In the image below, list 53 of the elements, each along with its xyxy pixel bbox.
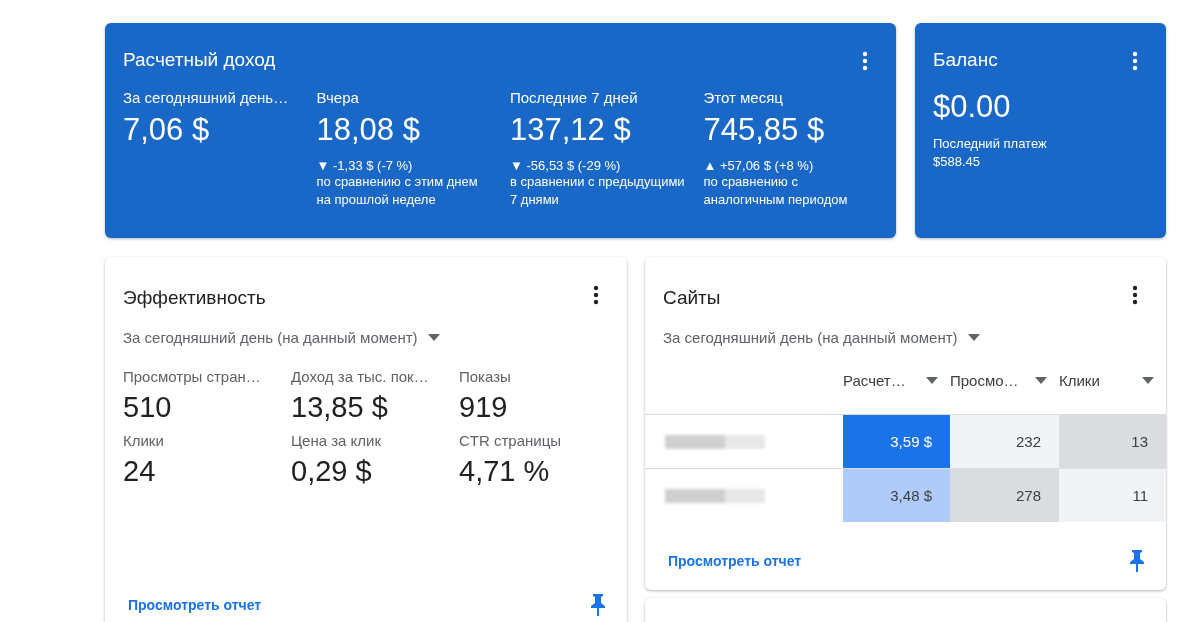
card-title: Сайты — [663, 287, 721, 309]
metric-value: 24 — [123, 455, 157, 488]
period-selector[interactable]: За сегодняшний день (на данный момент) — [663, 329, 958, 346]
metric-label: Доход за тыс. пок… — [291, 368, 430, 385]
table-cell: 13 — [1059, 415, 1166, 468]
pin-icon[interactable] — [1130, 550, 1144, 572]
stat-delta: ▼ -56,53 $ (-29 %) — [510, 158, 622, 173]
card-title: Эффективность — [123, 287, 266, 309]
stat-value: 18,08 $ — [316, 112, 421, 148]
column-header[interactable]: Просмо… — [950, 371, 1059, 389]
stat-value: 137,12 $ — [510, 112, 632, 148]
column-header[interactable]: Расчет… — [843, 371, 950, 389]
stat-comparison: по сравнению с этим днем на прошлой неделе — [316, 173, 479, 209]
stat-label: Вчера — [316, 89, 360, 106]
metric-label: Просмотры стран… — [123, 368, 262, 385]
table-cell: 11 — [1059, 469, 1166, 522]
stat-comparison: в сравнении с предыдущими 7 днями — [510, 173, 686, 209]
stat-label: За сегодняшний день… — [123, 89, 290, 106]
caret-icon — [926, 376, 938, 384]
metric-value: 13,85 $ — [291, 391, 389, 424]
stat-comparison: по сравнению с аналогичным периодом — [703, 173, 849, 209]
last-payment-value: $588.45 — [933, 153, 981, 171]
stat-value: 7,06 $ — [123, 112, 211, 148]
caret-icon — [427, 334, 440, 341]
metric-value: 510 — [123, 391, 173, 424]
table-cell: 3,48 $ — [843, 469, 950, 522]
stat-value: 745,85 $ — [703, 112, 826, 148]
metric-value: 0,29 $ — [291, 455, 373, 488]
metric-value: 919 — [459, 391, 509, 424]
stat-label: Последние 7 дней — [510, 89, 639, 106]
caret-icon — [1035, 376, 1047, 384]
caret-icon — [967, 334, 980, 341]
metric-label: Показы — [459, 368, 512, 385]
balance-value: $0.00 — [933, 89, 1012, 125]
table-cell: 232 — [950, 415, 1059, 468]
view-report-link[interactable]: Просмотреть отчет — [668, 553, 802, 569]
last-payment-label: Последний платеж — [933, 135, 1048, 153]
stat-label: Этот месяц — [703, 89, 784, 106]
pin-icon[interactable] — [591, 594, 605, 616]
card-title: Расчетный доход — [123, 49, 276, 71]
period-selector[interactable]: За сегодняшний день (на данный момент) — [123, 329, 418, 346]
metric-value: 4,71 % — [459, 455, 551, 488]
card-title: Баланс — [933, 49, 998, 71]
table-cell: 278 — [950, 469, 1059, 522]
metric-label: Цена за клик — [291, 432, 383, 449]
table-cell: 3,59 $ — [843, 415, 950, 468]
metric-label: Клики — [123, 432, 165, 449]
stat-delta: ▼ -1,33 $ (-7 %) — [316, 158, 414, 173]
column-header[interactable]: Клики — [1059, 371, 1166, 389]
view-report-link[interactable]: Просмотреть отчет — [128, 597, 262, 613]
caret-icon — [1142, 376, 1154, 384]
stat-delta: ▲ +57,06 $ (+8 %) — [703, 158, 815, 173]
metric-label: CTR страницы — [459, 432, 563, 449]
